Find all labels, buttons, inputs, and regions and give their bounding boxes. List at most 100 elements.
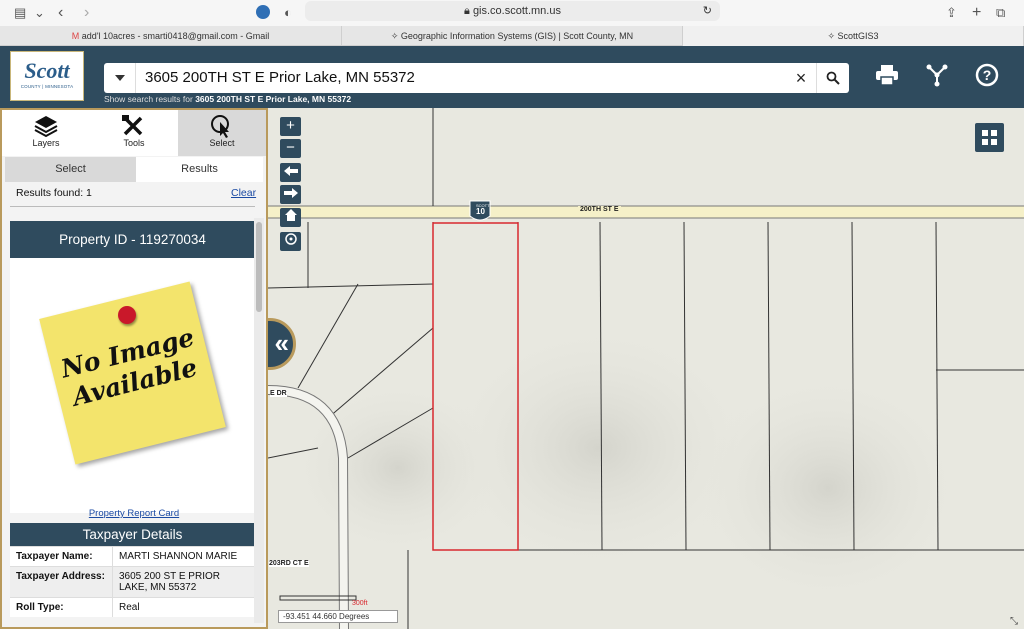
property-report-card-link[interactable]: Property Report Card: [2, 508, 266, 519]
shield-number: 10: [476, 207, 485, 216]
road-200th-st: [268, 206, 1024, 218]
next-extent-button[interactable]: [280, 185, 301, 204]
zoom-in-button[interactable]: +: [280, 117, 301, 136]
tab-select[interactable]: Select: [178, 110, 266, 156]
tab-tools[interactable]: Tools: [90, 110, 178, 156]
hint-query: 3605 200TH ST E Prior Lake, MN 55372: [195, 94, 352, 104]
chevron-down-icon[interactable]: ⌄: [34, 4, 45, 22]
new-tab-icon[interactable]: +: [972, 4, 981, 22]
search-button[interactable]: [816, 63, 849, 93]
row-value: Real: [119, 602, 140, 613]
gis-icon: ✧: [390, 31, 399, 41]
search-type-dropdown[interactable]: [104, 63, 136, 93]
previous-extent-button[interactable]: [280, 163, 301, 182]
gis-icon: ✧: [827, 31, 835, 41]
tab-overview-icon[interactable]: ⧉: [996, 4, 1005, 22]
hint-prefix: Show search results for: [104, 94, 193, 104]
help-icon: ?: [975, 63, 999, 87]
results-panel: Layers Tools Select Select Results Resul…: [0, 108, 268, 629]
tab-label: add'l 10acres - smarti0418@gmail.com - G…: [81, 31, 270, 41]
arrow-left-icon: [283, 166, 298, 176]
table-row: Taxpayer Address: 3605 200 ST E PRIOR LA…: [10, 566, 255, 597]
taxpayer-table: Taxpayer Name: MARTI SHANNON MARIE Taxpa…: [10, 546, 255, 617]
forward-icon[interactable]: ›: [84, 4, 89, 22]
subtab-results[interactable]: Results: [136, 157, 263, 182]
scott-county-logo[interactable]: Scott COUNTY | MINNESOTA: [10, 51, 84, 101]
browser-toolbar: ▤ ⌄ ‹ › ◐ 🔒︎ gis.co.scott.mn.us ↻ ⇪ + ⧉: [0, 0, 1024, 26]
print-icon: [876, 65, 898, 86]
back-icon[interactable]: ‹: [58, 4, 63, 22]
tab-label: Tools: [123, 138, 145, 148]
basemap-gallery-button[interactable]: [975, 123, 1004, 152]
reload-icon[interactable]: ↻: [703, 1, 712, 21]
table-row: Taxpayer Name: MARTI SHANNON MARIE: [10, 546, 255, 566]
gmail-icon: M: [71, 31, 80, 41]
row-key: Taxpayer Address:: [10, 567, 113, 597]
home-icon: [284, 209, 297, 221]
locate-button[interactable]: [280, 232, 301, 251]
select-cursor-icon: [211, 115, 229, 138]
results-count: Results found: 1: [16, 187, 92, 199]
svg-text:?: ?: [983, 67, 992, 83]
panel-scrollbar[interactable]: [254, 218, 264, 623]
divider: [10, 206, 255, 207]
privacy-shield-icon[interactable]: ◐: [284, 4, 292, 22]
tab-scottgis3[interactable]: ✧ ScottGIS3: [683, 26, 1024, 46]
caret-down-icon: [114, 75, 125, 81]
scale-label: 300ft: [352, 600, 368, 607]
grid-icon: [982, 130, 997, 145]
pushpin-icon: [118, 306, 136, 324]
app-header: Scott COUNTY | MINNESOTA 3605 200TH ST E…: [0, 46, 1024, 108]
row-key: Roll Type:: [10, 598, 113, 617]
extension-icon[interactable]: [256, 5, 270, 19]
help-button[interactable]: ?: [974, 62, 1000, 88]
scrollbar-thumb[interactable]: [256, 222, 262, 312]
row-value: 3605 200 ST E PRIOR LAKE, MN 55372: [119, 571, 220, 593]
subtab-select[interactable]: Select: [5, 157, 136, 182]
arrow-right-icon: [283, 188, 298, 198]
lock-icon: 🔒︎: [464, 5, 473, 17]
locate-icon: [284, 233, 297, 245]
panel-toolbar: Layers Tools Select: [2, 110, 266, 156]
property-id-header: Property ID - 119270034: [10, 221, 255, 258]
share-map-button[interactable]: [924, 62, 950, 88]
search-input[interactable]: 3605 200TH ST E Prior Lake, MN 55372: [145, 63, 415, 93]
address-bar[interactable]: 🔒︎ gis.co.scott.mn.us ↻: [305, 1, 720, 21]
map-view[interactable]: SCOTT 10 200TH ST E E DR 203RD CT E 300f…: [268, 108, 1024, 629]
search-icon: [826, 71, 840, 85]
subtab-bar: Select Results: [5, 157, 263, 182]
parcel-line: [297, 283, 359, 389]
tab-label: ScottGIS3: [837, 31, 879, 41]
parcel-line: [268, 283, 434, 289]
coordinate-readout: -93.451 44.660 Degrees: [278, 610, 398, 623]
logo-text: Scott: [24, 58, 70, 83]
double-chevron-left-icon: «: [274, 328, 289, 358]
coords-text: -93.451 44.660 Degrees: [283, 612, 370, 621]
share-icon[interactable]: ⇪: [946, 4, 957, 22]
print-button[interactable]: [874, 62, 900, 88]
tab-layers[interactable]: Layers: [2, 110, 90, 156]
clear-search-icon[interactable]: ×: [789, 63, 813, 93]
browser-tab-bar: M add'l 10acres - smarti0418@gmail.com -…: [0, 26, 1024, 46]
clear-link[interactable]: Clear: [231, 187, 256, 199]
zoom-out-button[interactable]: −: [280, 139, 301, 158]
tab-gmail[interactable]: M add'l 10acres - smarti0418@gmail.com -…: [0, 26, 342, 46]
terrain-shade: [688, 368, 968, 608]
resize-handle-icon[interactable]: ⤡: [1010, 616, 1018, 627]
url-text: gis.co.scott.mn.us: [472, 5, 561, 17]
sidebar-toggle-icon[interactable]: ▤: [14, 4, 26, 22]
search-box: 3605 200TH ST E Prior Lake, MN 55372 ×: [104, 63, 849, 93]
home-button[interactable]: [280, 208, 301, 227]
property-image: No Image Available: [10, 258, 255, 513]
search-hint: Show search results for 3605 200TH ST E …: [104, 94, 351, 104]
row-key: Taxpayer Name:: [10, 547, 113, 566]
tab-label: Layers: [32, 138, 60, 148]
table-row: Roll Type: Real: [10, 597, 255, 617]
layers-icon: [34, 116, 58, 138]
tab-label: Geographic Information Systems (GIS) | S…: [400, 31, 634, 41]
tab-gis-info[interactable]: ✧ Geographic Information Systems (GIS) |…: [342, 26, 683, 46]
row-value: MARTI SHANNON MARIE: [119, 551, 238, 562]
map-canvas: [268, 108, 1024, 629]
taxpayer-details-header: Taxpayer Details: [10, 523, 255, 546]
tab-label: Select: [209, 138, 235, 148]
